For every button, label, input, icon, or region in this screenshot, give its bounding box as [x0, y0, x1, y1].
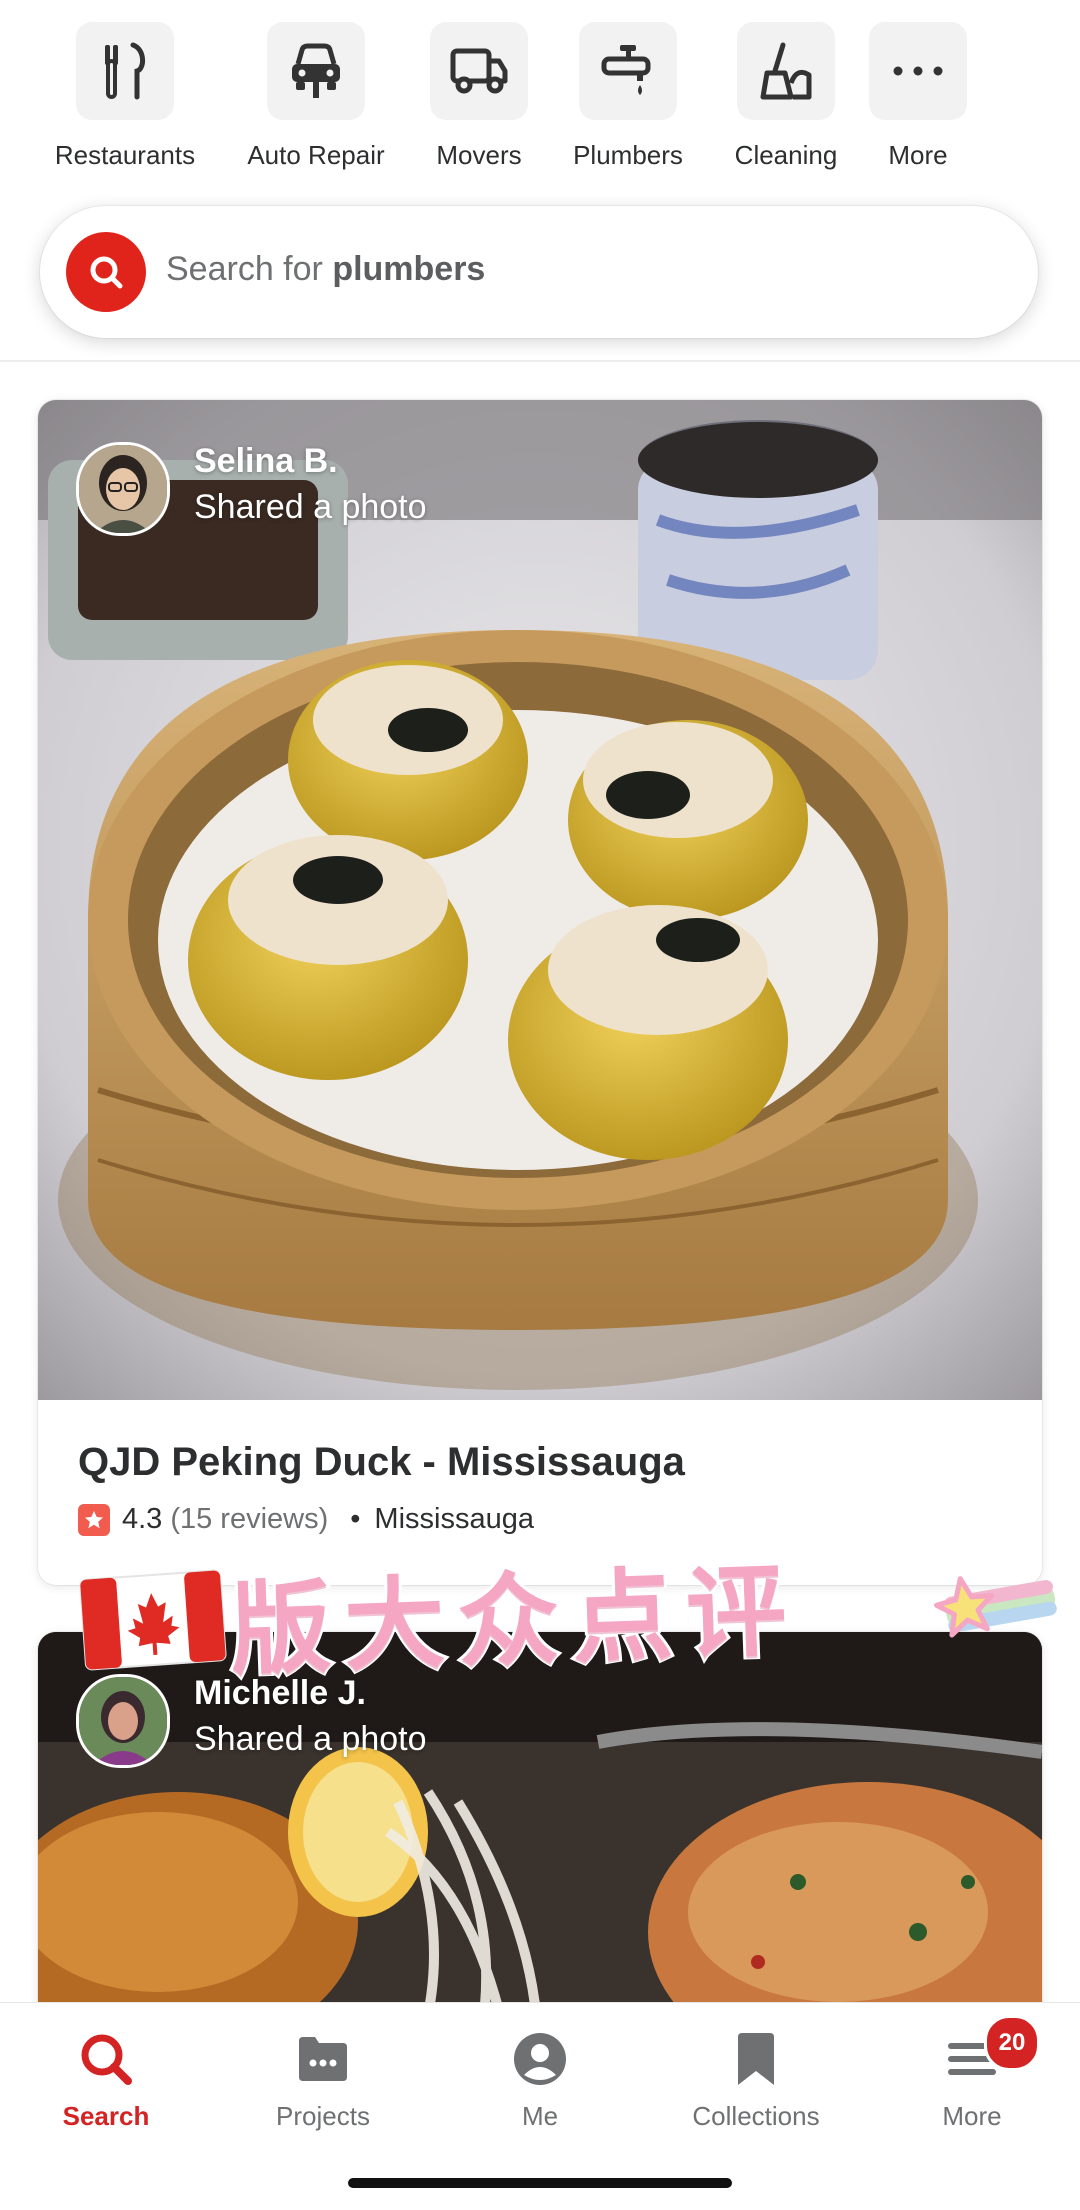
notification-badge: 20 — [984, 2015, 1040, 2071]
post-action: Shared a photo — [194, 488, 427, 526]
search-prefix: Search for — [166, 250, 333, 288]
menu-icon: 20 — [872, 2015, 1072, 2091]
avatar[interactable] — [76, 1674, 170, 1768]
header-divider — [0, 360, 1080, 362]
cleaning-icon — [737, 22, 835, 120]
category-restaurants[interactable]: Restaurants — [50, 22, 200, 171]
search-icon — [90, 256, 123, 289]
post-action: Shared a photo — [194, 1720, 427, 1758]
tab-search[interactable]: Search — [6, 2027, 206, 2132]
search-button[interactable] — [66, 232, 146, 312]
faucet-icon — [579, 22, 677, 120]
tab-more[interactable]: 20 More — [872, 2015, 1072, 2132]
bookmark-icon — [656, 2027, 856, 2091]
tab-label: Collections — [692, 2101, 820, 2131]
food-photo[interactable]: Selina B. Shared a photo — [38, 400, 1042, 1400]
banner-text: 版大众点评 — [225, 1549, 805, 1692]
avatar[interactable] — [76, 442, 170, 536]
search-placeholder[interactable]: Search for plumbers — [166, 250, 485, 289]
fork-knife-icon — [76, 22, 174, 120]
profile-icon — [440, 2027, 640, 2091]
food-photo[interactable]: Michelle J. Shared a photo — [38, 1632, 1042, 2052]
business-name[interactable]: QJD Peking Duck - Mississauga — [78, 1440, 685, 1485]
category-auto-repair[interactable]: Auto Repair — [241, 22, 391, 171]
truck-icon — [430, 22, 528, 120]
promo-banner: 版大众点评 — [80, 1525, 1060, 1692]
category-label: Restaurants — [54, 140, 196, 170]
category-label: Plumbers — [573, 140, 683, 170]
more-dots-icon — [869, 22, 967, 120]
tab-label: Projects — [276, 2101, 370, 2131]
category-label: Auto Repair — [247, 140, 385, 170]
tab-label: Search — [62, 2101, 150, 2131]
category-row: Restaurants Auto Repair Movers Plumbers … — [0, 0, 1080, 200]
home-indicator[interactable] — [348, 2178, 732, 2188]
tab-collections[interactable]: Collections — [656, 2027, 856, 2132]
category-cleaning[interactable]: Cleaning — [711, 22, 861, 171]
category-more[interactable]: More — [843, 22, 993, 171]
feed-card[interactable]: Michelle J. Shared a photo — [38, 1632, 1042, 2052]
tab-label: More — [942, 2101, 1002, 2131]
category-plumbers[interactable]: Plumbers — [553, 22, 703, 171]
user-name[interactable]: Selina B. — [194, 442, 338, 481]
car-icon — [267, 22, 365, 120]
category-movers[interactable]: Movers — [404, 22, 554, 171]
projects-icon — [223, 2027, 423, 2091]
category-label: More — [888, 140, 948, 170]
search-bar[interactable]: Search for plumbers — [40, 206, 1038, 338]
tab-me[interactable]: Me — [440, 2027, 640, 2132]
tab-label: Me — [521, 2101, 559, 2131]
category-label: Movers — [436, 140, 522, 170]
search-icon — [6, 2027, 206, 2091]
category-label: Cleaning — [734, 140, 838, 170]
search-term: plumbers — [332, 250, 486, 288]
tab-projects[interactable]: Projects — [223, 2027, 423, 2132]
feed-card[interactable]: Selina B. Shared a photo QJD Peking Duck… — [38, 400, 1042, 1585]
